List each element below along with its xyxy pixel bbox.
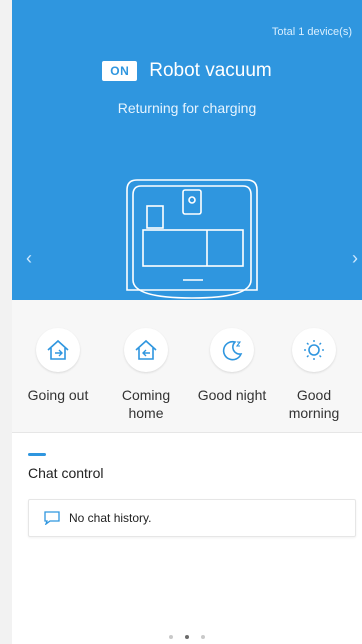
device-hero: Total 1 device(s) ON Robot vacuum Return… <box>12 0 362 300</box>
good-morning-icon[interactable] <box>292 328 336 372</box>
page-dot[interactable] <box>169 635 173 639</box>
scene-label: Good night <box>197 387 267 403</box>
page-indicator <box>12 635 362 639</box>
device-status: Returning for charging <box>117 100 257 116</box>
chat-history-box[interactable]: No chat history. <box>28 499 356 537</box>
robot-vacuum-illustration <box>126 179 258 299</box>
chat-control-heading: Chat control <box>28 465 104 481</box>
device-title-row: ON Robot vacuum <box>12 60 362 82</box>
coming-home-icon[interactable] <box>124 328 168 372</box>
previous-device-arrow[interactable]: ‹ <box>26 248 32 269</box>
scene-good-morning[interactable]: Good morning <box>274 328 354 422</box>
scene-shortcuts: Going out Coming home Good night Good mo… <box>12 300 362 432</box>
scene-label: Good morning <box>288 387 340 421</box>
scene-label: Going out <box>27 387 89 403</box>
page-dot[interactable] <box>201 635 205 639</box>
app-screen: Total 1 device(s) ON Robot vacuum Return… <box>0 0 362 644</box>
going-out-icon[interactable] <box>36 328 80 372</box>
scene-label: Coming home <box>121 387 171 421</box>
page-dot-active[interactable] <box>185 635 189 639</box>
good-night-icon[interactable] <box>210 328 254 372</box>
scene-coming-home[interactable]: Coming home <box>106 328 186 422</box>
scene-going-out[interactable]: Going out <box>18 328 98 404</box>
scene-good-night[interactable]: Good night <box>192 328 272 404</box>
next-device-arrow[interactable]: › <box>352 248 358 269</box>
power-toggle-badge[interactable]: ON <box>102 61 138 81</box>
device-name: Robot vacuum <box>149 60 272 81</box>
chat-empty-text: No chat history. <box>69 511 152 525</box>
chat-bubble-icon <box>44 511 60 525</box>
chat-control-panel: Chat control No chat history. <box>12 432 362 644</box>
total-devices-label: Total 1 device(s) <box>271 26 352 38</box>
section-indicator <box>28 453 46 456</box>
